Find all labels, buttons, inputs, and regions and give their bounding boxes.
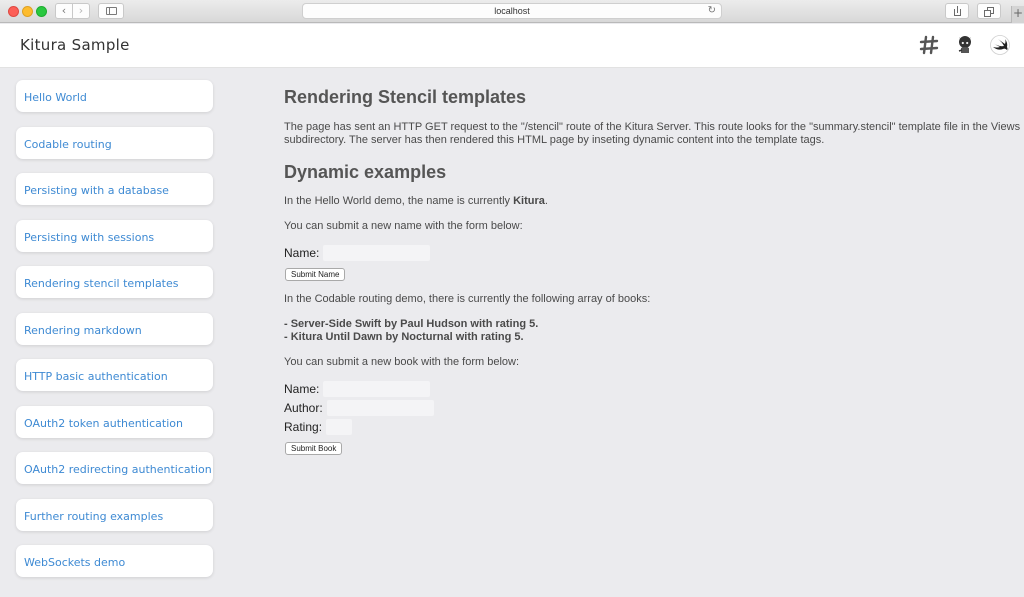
- forward-button[interactable]: ›: [72, 3, 90, 19]
- submit-name-button[interactable]: Submit Name: [285, 268, 346, 281]
- hello-world-text: In the Hello World demo, the name is cur…: [284, 195, 514, 207]
- rating-input[interactable]: [326, 419, 353, 435]
- sidebar-icon: [106, 7, 117, 15]
- sidebar-item-oauth2-token-auth[interactable]: OAuth2 token authentication: [16, 405, 213, 438]
- github-icon[interactable]: [955, 35, 975, 55]
- sidebar-item-codable-routing[interactable]: Codable routing: [16, 126, 213, 159]
- chevron-left-icon: ‹: [61, 4, 67, 17]
- name-form-row: Name:: [284, 245, 1024, 261]
- book-list: - Server-Side Swift by Paul Hudson with …: [284, 318, 1024, 344]
- tabs-icon-front: [984, 10, 991, 17]
- codable-paragraph: In the Codable routing demo, there is cu…: [284, 293, 651, 305]
- address-bar[interactable]: localhost ↻: [302, 3, 722, 19]
- hello-world-suffix: .: [544, 195, 548, 207]
- submit-book-button[interactable]: Submit Book: [285, 442, 343, 455]
- submit-name-row: Submit Name: [284, 264, 1024, 282]
- sidebar-item-rendering-stencil[interactable]: Rendering stencil templates: [16, 266, 213, 298]
- main-content: Rendering Stencil templates The page has…: [284, 86, 1024, 456]
- sidebar-item-websockets-demo[interactable]: WebSockets demo: [16, 545, 213, 577]
- sidebar-item-persisting-sessions[interactable]: Persisting with sessions: [16, 219, 213, 252]
- swift-icon[interactable]: [990, 35, 1010, 55]
- new-tab-button[interactable]: +: [1011, 6, 1024, 23]
- submit-book-row: Submit Book: [284, 438, 1024, 456]
- intro-paragraph: The page has sent an HTTP GET request to…: [284, 121, 1021, 146]
- sidebar-toggle-button[interactable]: [98, 3, 124, 19]
- reload-icon[interactable]: ↻: [708, 4, 716, 18]
- author-label: Author:: [284, 401, 323, 415]
- book-name-label: Name:: [284, 382, 320, 396]
- author-input[interactable]: [326, 400, 434, 416]
- url-text: localhost: [494, 6, 530, 16]
- current-name: Kitura: [513, 195, 545, 207]
- page-title: Rendering Stencil templates: [284, 87, 527, 107]
- chevron-right-icon: ›: [78, 4, 84, 17]
- list-item: - Server-Side Swift by Paul Hudson with …: [284, 318, 539, 330]
- name-input[interactable]: [323, 245, 431, 261]
- minimize-window-button[interactable]: [22, 6, 33, 17]
- rating-row: Rating:: [284, 419, 1024, 435]
- sidebar-item-rendering-markdown[interactable]: Rendering markdown: [16, 312, 213, 345]
- sidebar-item-further-routing[interactable]: Further routing examples: [16, 498, 213, 531]
- dynamic-examples-heading: Dynamic examples: [284, 162, 447, 182]
- rating-label: Rating:: [284, 420, 323, 434]
- share-arrow: [957, 6, 958, 13]
- app-title: Kitura Sample: [20, 36, 130, 54]
- book-name-input[interactable]: [323, 381, 431, 397]
- app-header: Kitura Sample: [0, 24, 1024, 68]
- author-row: Author:: [284, 400, 1024, 416]
- submit-name-instructions: You can submit a new name with the form …: [284, 220, 523, 232]
- back-button[interactable]: ‹: [55, 3, 73, 19]
- zoom-window-button[interactable]: [36, 6, 47, 17]
- show-tabs-button[interactable]: [977, 3, 1001, 19]
- hello-world-paragraph: In the Hello World demo, the name is cur…: [284, 195, 1024, 208]
- name-label: Name:: [284, 246, 320, 260]
- browser-toolbar: ‹ › localhost ↻ +: [0, 0, 1024, 23]
- list-item: - Kitura Until Dawn by Nocturnal with ra…: [284, 331, 524, 343]
- close-window-button[interactable]: [8, 6, 19, 17]
- slack-icon[interactable]: [919, 35, 939, 55]
- share-button[interactable]: [945, 3, 969, 19]
- sidebar-item-http-basic-auth[interactable]: HTTP basic authentication: [16, 359, 213, 391]
- book-name-row: Name:: [284, 381, 1024, 397]
- sidebar-item-hello-world[interactable]: Hello World: [16, 80, 213, 112]
- submit-book-instructions: You can submit a new book with the form …: [284, 356, 520, 368]
- sidebar-nav: Hello World Codable routing Persisting w…: [16, 80, 213, 592]
- sidebar-item-persisting-database[interactable]: Persisting with a database: [16, 173, 213, 205]
- sidebar-item-oauth2-redirect-auth[interactable]: OAuth2 redirecting authentication: [16, 452, 213, 484]
